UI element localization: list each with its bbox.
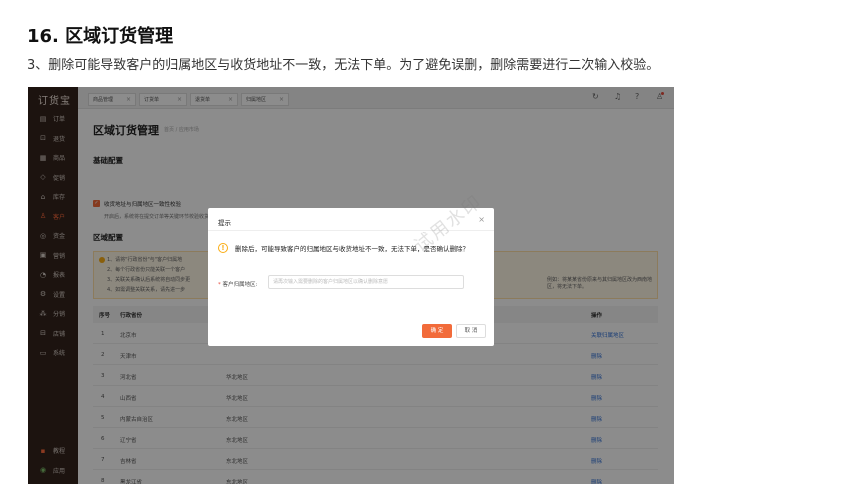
document-title: 16. 区域订货管理 — [27, 26, 174, 47]
region-confirm-input[interactable]: 请再次输入需要删除的客户归属地区以确认删除意愿 — [268, 275, 464, 289]
document-description: 3、删除可能导致客户的归属地区与收货地址不一致，无法下单。为了避免误删，删除需要… — [27, 58, 660, 73]
cancel-button[interactable]: 取 消 — [456, 324, 486, 338]
warning-icon: ! — [218, 243, 228, 253]
close-icon[interactable]: × — [478, 215, 485, 224]
app-screenshot: 订货宝 ▤ 订单 ⊡ 退货 ▦ 商品 ◇ 促销 ⌂ 库存 ♙ 客户 ◎ 资金 ▣ 营销 ◔ 报表 ⚙ 设置 ⁂ 分销 ⊟ 店铺… — [28, 87, 674, 484]
region-field-label: * 客户归属地区: — [218, 282, 258, 288]
dialog-message: 删除后，可能导致客户的归属地区与收货地址不一致，无法下单，是否确认删除？ — [235, 245, 469, 253]
dialog-title: 提示 — [218, 219, 231, 227]
field-label-text: 客户归属地区: — [222, 282, 258, 288]
confirm-button[interactable]: 确 定 — [422, 324, 452, 338]
